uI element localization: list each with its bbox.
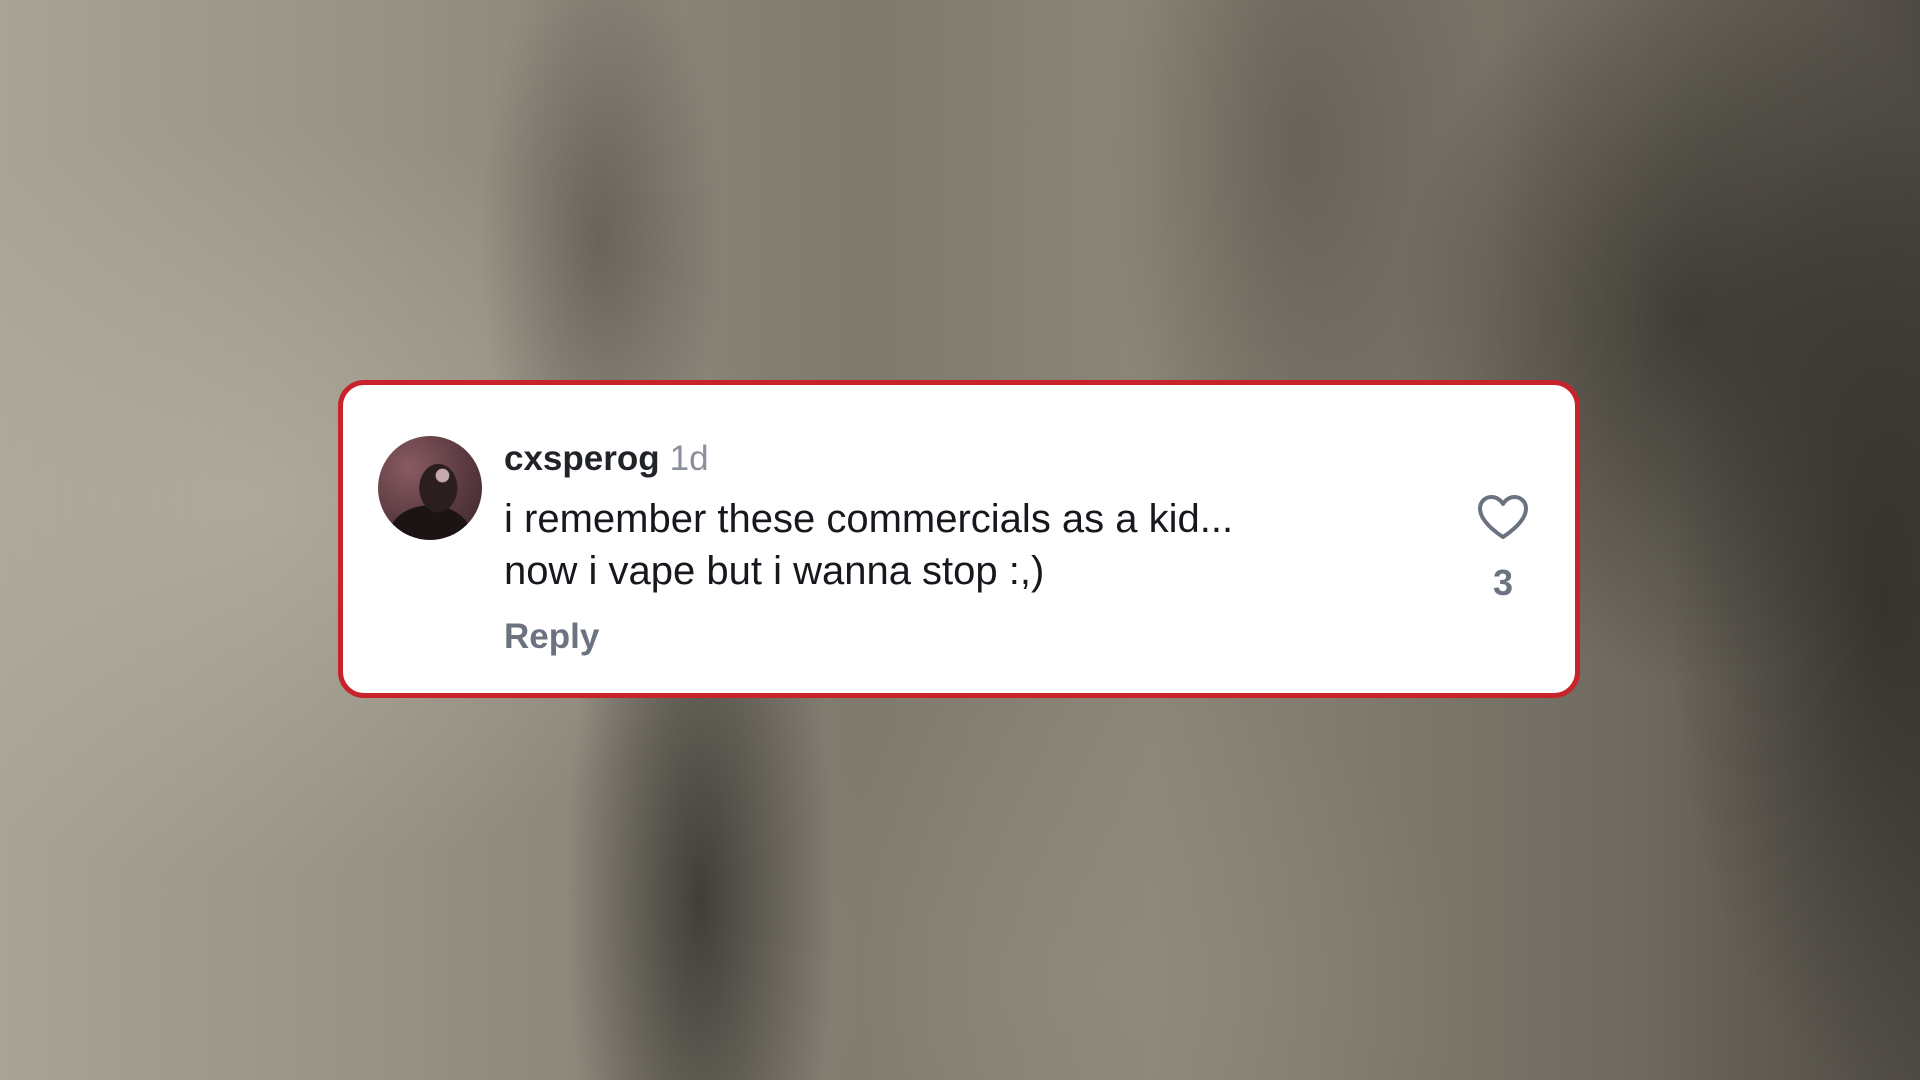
like-area: 3 [1463, 493, 1543, 603]
avatar[interactable] [378, 436, 482, 540]
comment-text-line: now i vape but i wanna stop :,) [504, 549, 1045, 593]
comment-text-line: i remember these commercials as a kid... [504, 497, 1234, 541]
like-count: 3 [1492, 562, 1514, 603]
comment-card: cxsperog 1d i remember these commercials … [338, 380, 1580, 698]
comment-text: i remember these commercials as a kid...… [504, 493, 1424, 597]
comment-header: cxsperog 1d [504, 437, 709, 481]
timestamp: 1d [669, 439, 709, 478]
username[interactable]: cxsperog [504, 439, 660, 478]
reply-button[interactable]: Reply [504, 615, 599, 659]
heart-icon[interactable] [1476, 493, 1530, 541]
